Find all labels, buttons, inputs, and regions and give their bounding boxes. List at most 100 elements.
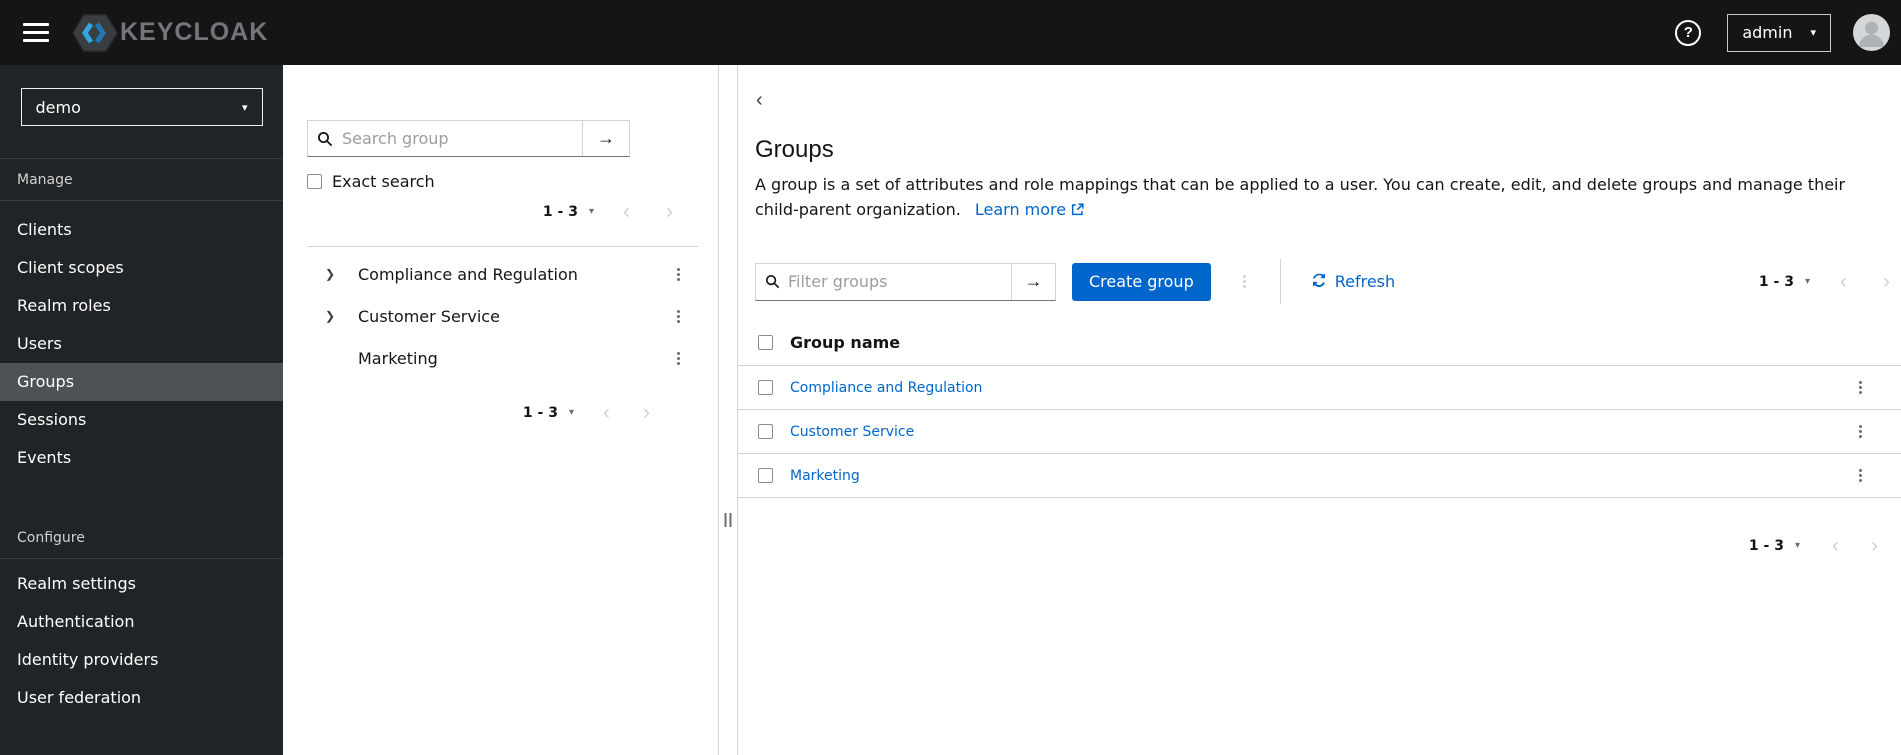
- chevron-down-icon: ▾: [1794, 540, 1800, 551]
- pagination-next-button[interactable]: ›: [666, 201, 673, 222]
- exact-search-label[interactable]: Exact search: [332, 172, 435, 191]
- pagination-next-button[interactable]: ›: [1871, 535, 1878, 556]
- pagination-range: 1 - 3: [542, 203, 578, 220]
- sidebar-item-client-scopes[interactable]: Client scopes: [0, 249, 283, 287]
- create-group-button[interactable]: Create group: [1072, 262, 1211, 301]
- nav-group-configure: Realm settings Authentication Identity p…: [0, 559, 283, 717]
- pagination-range-dropdown[interactable]: 1 - 3 ▾: [523, 405, 574, 421]
- sidebar-item-authentication[interactable]: Authentication: [0, 603, 283, 641]
- select-all-checkbox[interactable]: [758, 335, 773, 350]
- row-kebab-menu-icon[interactable]: [1853, 421, 1868, 442]
- divider: [307, 246, 698, 247]
- group-link[interactable]: Compliance and Regulation: [790, 380, 982, 396]
- search-submit-button[interactable]: →: [582, 121, 629, 156]
- group-tree-label[interactable]: Compliance and Regulation: [358, 265, 578, 284]
- username: admin: [1742, 23, 1793, 42]
- group-tree-label[interactable]: Customer Service: [358, 307, 500, 326]
- chevron-down-icon: ▾: [1810, 26, 1816, 39]
- row-checkbox[interactable]: [758, 424, 773, 439]
- exact-search-row: Exact search: [307, 172, 718, 191]
- pagination-prev-button[interactable]: ‹: [623, 201, 630, 222]
- pagination-range-dropdown[interactable]: 1 - 3 ▾: [1749, 538, 1800, 554]
- groups-table: Group name Compliance and Regulation Cus…: [738, 320, 1901, 498]
- groups-toolbar: → Create group Refresh 1 - 3 ▾ ‹ ›: [738, 259, 1901, 304]
- collapse-drawer-icon[interactable]: ‹: [752, 90, 767, 110]
- realm-selector[interactable]: demo ▾: [20, 88, 263, 126]
- refresh-icon: [1311, 272, 1327, 292]
- exact-search-checkbox[interactable]: [307, 174, 322, 189]
- filter-groups-input[interactable]: [788, 263, 1011, 300]
- divider: [1279, 259, 1281, 304]
- group-link[interactable]: Customer Service: [790, 424, 914, 440]
- pagination-range: 1 - 3: [1748, 537, 1784, 554]
- table-row: Customer Service: [738, 410, 1901, 454]
- search-group-input[interactable]: [342, 121, 582, 156]
- groups-tree-panel: → Exact search 1 - 3 ▾ ‹ › ❯ Compliance …: [283, 65, 718, 755]
- refresh-button[interactable]: Refresh: [1311, 272, 1395, 292]
- row-checkbox[interactable]: [758, 468, 773, 483]
- column-header-group-name: Group name: [790, 333, 901, 352]
- table-header-row: Group name: [738, 320, 1901, 366]
- drag-grip-icon[interactable]: [724, 513, 732, 527]
- help-icon[interactable]: ?: [1675, 19, 1702, 46]
- sidebar-item-clients[interactable]: Clients: [0, 211, 283, 249]
- description-text: A group is a set of attributes and role …: [755, 175, 1846, 219]
- expand-chevron-icon[interactable]: ❯: [323, 309, 337, 323]
- group-tree: ❯ Compliance and Regulation ❯ Customer S…: [283, 253, 718, 379]
- learn-more-label: Learn more: [974, 200, 1067, 219]
- row-kebab-menu-icon[interactable]: [1853, 465, 1868, 486]
- brand-title: KEYCLOAK: [120, 18, 269, 46]
- expand-chevron-icon[interactable]: ❯: [323, 267, 337, 281]
- sidebar-item-realm-roles[interactable]: Realm roles: [0, 287, 283, 325]
- main-content: ‹ Groups A group is a set of attributes …: [738, 65, 1901, 755]
- row-kebab-menu-icon[interactable]: [1853, 377, 1868, 398]
- group-search-bar: →: [307, 120, 630, 157]
- page-title: Groups: [755, 136, 834, 163]
- sidebar-item-events[interactable]: Events: [0, 439, 283, 477]
- sidebar-item-identity-providers[interactable]: Identity providers: [0, 641, 283, 679]
- keycloak-logo: KEYCLOAK: [72, 12, 268, 54]
- arrow-right-icon: →: [1024, 271, 1043, 291]
- kebab-menu-icon[interactable]: [671, 264, 686, 285]
- pagination-prev-button[interactable]: ‹: [1832, 535, 1839, 556]
- sidebar-item-realm-settings[interactable]: Realm settings: [0, 565, 283, 603]
- toolbar-kebab-menu-icon[interactable]: [1237, 271, 1252, 292]
- search-icon: [308, 121, 342, 156]
- page-description: A group is a set of attributes and role …: [755, 172, 1884, 223]
- row-checkbox[interactable]: [758, 380, 773, 395]
- pagination-prev-button[interactable]: ‹: [603, 402, 610, 423]
- tree-item: Marketing: [283, 337, 718, 379]
- avatar[interactable]: [1853, 14, 1890, 51]
- hamburger-menu-icon[interactable]: [0, 0, 72, 65]
- masthead: KEYCLOAK ? admin ▾: [0, 0, 1901, 65]
- tree-pagination-bottom: 1 - 3 ▾ ‹ ›: [283, 402, 650, 423]
- user-menu-dropdown[interactable]: admin ▾: [1727, 13, 1831, 52]
- tree-pagination-top: 1 - 3 ▾ ‹ ›: [283, 201, 673, 222]
- sidebar-item-groups[interactable]: Groups: [0, 363, 283, 401]
- pagination-range-dropdown[interactable]: 1 - 3 ▾: [1759, 274, 1810, 290]
- pagination-range-dropdown[interactable]: 1 - 3 ▾: [543, 204, 594, 220]
- pagination-next-button[interactable]: ›: [1883, 271, 1890, 292]
- group-link[interactable]: Marketing: [790, 468, 860, 484]
- chevron-down-icon: ▾: [568, 407, 574, 418]
- learn-more-link[interactable]: Learn more: [975, 200, 1084, 219]
- panel-resize-handle[interactable]: [718, 65, 738, 755]
- kebab-menu-icon[interactable]: [671, 306, 686, 327]
- pagination-prev-button[interactable]: ‹: [1840, 271, 1847, 292]
- sidebar-item-user-federation[interactable]: User federation: [0, 679, 283, 717]
- search-icon: [756, 264, 788, 300]
- pagination-next-button[interactable]: ›: [643, 402, 650, 423]
- pagination-range: 1 - 3: [522, 404, 558, 421]
- filter-submit-button[interactable]: →: [1011, 263, 1055, 300]
- kebab-menu-icon[interactable]: [671, 348, 686, 369]
- keycloak-logo-icon: [72, 12, 118, 54]
- sidebar-item-sessions[interactable]: Sessions: [0, 401, 283, 439]
- group-tree-label[interactable]: Marketing: [358, 349, 438, 368]
- filter-groups-bar: →: [755, 262, 1056, 301]
- table-pagination-top: 1 - 3 ▾ ‹ ›: [1759, 271, 1890, 292]
- nav-group-manage: Clients Client scopes Realm roles Users …: [0, 201, 283, 477]
- arrow-right-icon: →: [597, 128, 615, 148]
- sidebar-item-users[interactable]: Users: [0, 325, 283, 363]
- table-row: Marketing: [738, 454, 1901, 498]
- nav-section-label-manage: Manage: [17, 172, 73, 188]
